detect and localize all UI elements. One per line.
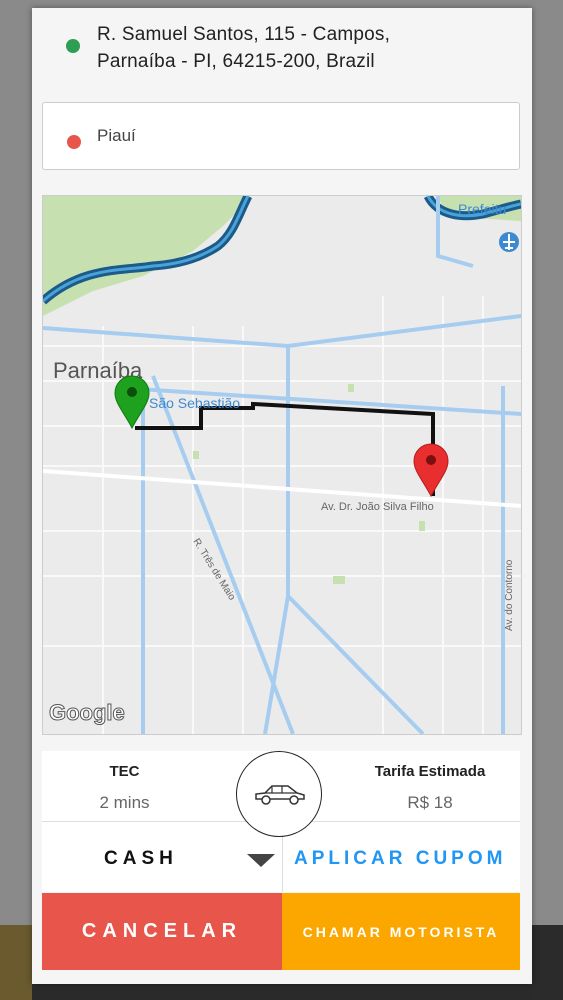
tec-value: 2 mins <box>99 793 150 812</box>
map-street-contorno: Av. do Contorno <box>504 559 515 631</box>
ride-request-modal: R. Samuel Santos, 115 - Campos, Parnaíba… <box>32 8 532 984</box>
origin-address-line2: Parnaíba - PI, 64215-200, Brazil <box>97 51 375 72</box>
car-icon <box>255 785 305 805</box>
airplane-icon <box>499 232 519 252</box>
map-poi-prefeitura: Prefeitu <box>458 201 506 217</box>
map-street-joao-silva: Av. Dr. João Silva Filho <box>321 501 434 513</box>
fare-label: Tarifa Estimada <box>374 763 486 780</box>
destination-dot-icon <box>67 135 81 149</box>
background-bottom-right <box>532 925 563 1000</box>
destination-text: Piauí <box>97 126 136 145</box>
map-street-sao-sebastiao: São Sebastião <box>149 395 240 411</box>
fare-value: R$ 18 <box>407 793 453 812</box>
tec-label: TEC <box>109 763 140 780</box>
origin-dot-icon <box>66 39 80 53</box>
car-type-selector[interactable] <box>236 751 322 837</box>
origin-address-line1: R. Samuel Santos, 115 - Campos, <box>97 24 391 45</box>
google-attribution: Google <box>49 700 125 725</box>
call-driver-button[interactable]: CHAMAR MOTORISTA <box>282 893 520 970</box>
chevron-down-icon[interactable] <box>247 854 275 867</box>
payment-method[interactable]: CASH <box>104 848 178 870</box>
origin-address-row[interactable]: R. Samuel Santos, 115 - Campos, Parnaíba… <box>32 8 532 88</box>
origin-address: R. Samuel Santos, 115 - Campos, Parnaíba… <box>97 21 517 75</box>
cancel-button[interactable]: CANCELAR <box>42 893 282 970</box>
apply-coupon-button[interactable]: APLICAR CUPOM <box>294 848 506 870</box>
background-bottom-left <box>0 925 32 1000</box>
route-map[interactable]: Parnaíba São Sebastião Av. Dr. João Silv… <box>42 195 522 735</box>
destination-field[interactable]: Piauí <box>42 102 520 170</box>
